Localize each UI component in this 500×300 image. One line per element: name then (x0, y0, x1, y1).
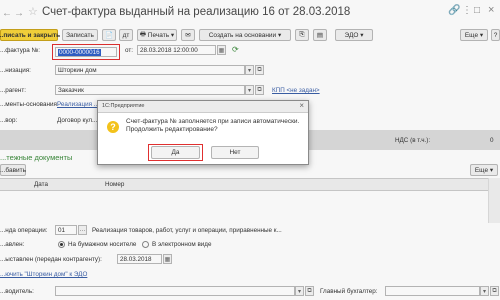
question-icon: ? (107, 121, 119, 133)
dialog-title: 1С:Предприятие (102, 103, 145, 109)
no-button[interactable]: Нет (211, 146, 259, 159)
dialog-close-icon[interactable]: × (299, 101, 304, 110)
dialog-message: Счет-фактура № заполняется при записи ав… (126, 118, 299, 134)
dialog-message-line1: Счет-фактура № заполняется при записи ав… (126, 118, 300, 125)
dialog-titlebar: 1С:Предприятие × (98, 101, 308, 113)
dialog-message-line2: Продолжить редактирование? (126, 126, 218, 133)
yes-button[interactable]: Да (151, 146, 200, 159)
confirm-dialog: 1С:Предприятие × Счет-фактура № заполняе… (97, 100, 309, 165)
